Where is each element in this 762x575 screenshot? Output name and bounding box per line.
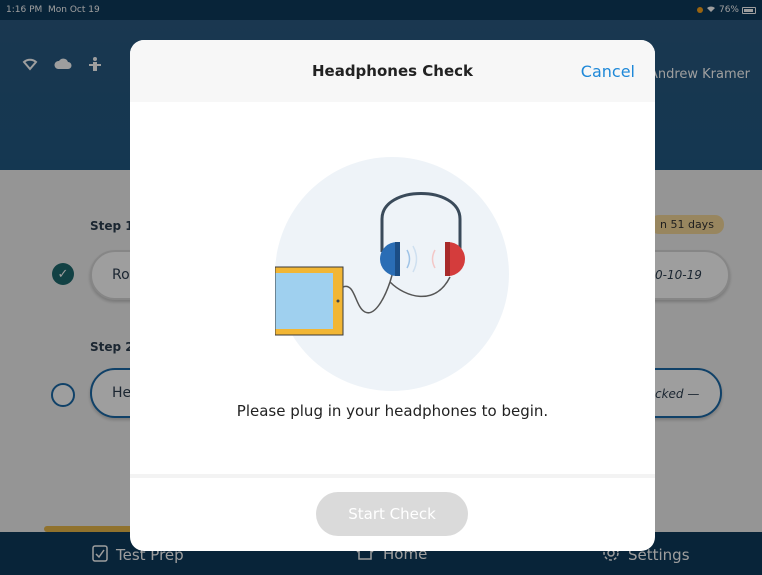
- start-check-button[interactable]: Start Check: [316, 492, 468, 536]
- tablet-icon: [275, 266, 344, 336]
- cancel-button[interactable]: Cancel: [581, 62, 635, 81]
- headphones-illustration: [275, 157, 509, 391]
- instruction-text: Please plug in your headphones to begin.: [236, 402, 549, 420]
- headphones-check-modal: Headphones Check Cancel Please plug in y…: [130, 40, 655, 551]
- modal-header: Headphones Check Cancel: [130, 40, 655, 102]
- modal-divider: [130, 474, 655, 478]
- modal-title: Headphones Check: [311, 62, 474, 80]
